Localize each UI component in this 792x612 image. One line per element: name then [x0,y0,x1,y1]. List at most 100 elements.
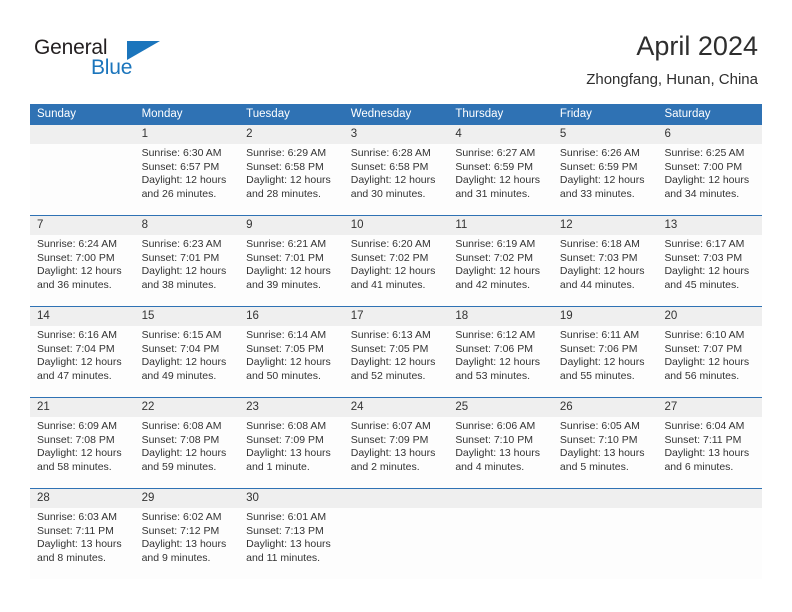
sunrise-text: Sunrise: 6:15 AM [141,329,222,341]
day-cell[interactable]: Sunrise: 6:25 AM Sunset: 7:00 PM Daylight:… [657,144,762,215]
day-cell[interactable]: Sunrise: 6:14 AM Sunset: 7:05 PM Daylight:… [239,326,344,397]
day-cell[interactable]: Sunrise: 6:15 AM Sunset: 7:04 PM Daylight:… [135,326,240,397]
day-number[interactable]: 21 [30,398,135,417]
sunrise-text: Sunrise: 6:08 AM [246,420,327,432]
day-cell-empty [30,144,135,215]
day-number[interactable]: 11 [448,216,553,235]
day-number[interactable]: 9 [239,216,344,235]
sunset-text: Sunset: 6:59 PM [559,160,638,173]
day-cell[interactable]: Sunrise: 6:04 AM Sunset: 7:11 PM Daylight:… [657,417,762,488]
sunrise-text: Sunrise: 6:18 AM [559,238,640,250]
sunset-text: Sunset: 7:06 PM [559,342,638,355]
day-number[interactable]: 13 [657,216,762,235]
day-number[interactable]: 19 [553,307,658,326]
day-cell[interactable]: Sunrise: 6:24 AM Sunset: 7:00 PM Daylight:… [30,235,135,306]
week-detail-band: Sunrise: 6:03 AM Sunset: 7:11 PM Daylight:… [30,508,762,579]
day-number[interactable]: 10 [344,216,449,235]
sunrise-text: Sunrise: 6:27 AM [455,147,536,159]
week-date-number-band: 123456 [30,125,762,144]
sunset-text: Sunset: 6:58 PM [246,160,324,173]
sunset-text: Sunset: 7:08 PM [141,433,220,446]
brand-logo[interactable]: General Blue [34,36,164,86]
day-cell[interactable]: Sunrise: 6:26 AM Sunset: 6:59 PM Daylight:… [553,144,658,215]
day-cell[interactable]: Sunrise: 6:05 AM Sunset: 7:10 PM Daylight:… [553,417,658,488]
day-cell[interactable]: Sunrise: 6:10 AM Sunset: 7:07 PM Daylight:… [657,326,762,397]
daylight-text: Daylight: 12 hours and 47 minutes. [37,356,122,382]
day-cell[interactable]: Sunrise: 6:09 AM Sunset: 7:08 PM Daylight:… [30,417,135,488]
day-number[interactable]: 28 [30,489,135,508]
day-cell[interactable]: Sunrise: 6:07 AM Sunset: 7:09 PM Daylight:… [344,417,449,488]
day-number[interactable]: 24 [344,398,449,417]
day-number[interactable]: 1 [135,125,240,144]
week-detail-band: Sunrise: 6:24 AM Sunset: 7:00 PM Daylight:… [30,235,762,306]
sunset-text: Sunset: 7:10 PM [559,433,638,446]
day-cell[interactable]: Sunrise: 6:16 AM Sunset: 7:04 PM Daylight:… [30,326,135,397]
day-number[interactable]: 4 [448,125,553,144]
day-number[interactable]: 26 [553,398,658,417]
daylight-text: Daylight: 12 hours and 53 minutes. [455,356,540,382]
day-number[interactable]: 3 [344,125,449,144]
day-cell[interactable]: Sunrise: 6:27 AM Sunset: 6:59 PM Daylight:… [448,144,553,215]
day-cell[interactable]: Sunrise: 6:20 AM Sunset: 7:02 PM Daylight:… [344,235,449,306]
sunset-text: Sunset: 7:08 PM [37,433,115,446]
day-number-empty [344,489,449,508]
day-number[interactable]: 12 [553,216,658,235]
sunset-text: Sunset: 7:09 PM [350,433,429,446]
day-cell[interactable]: Sunrise: 6:03 AM Sunset: 7:11 PM Daylight:… [30,508,135,579]
day-cell[interactable]: Sunrise: 6:12 AM Sunset: 7:06 PM Daylight:… [448,326,553,397]
title-block: April 2024 Zhongfang, Hunan, China [586,30,758,89]
sunrise-text: Sunrise: 6:24 AM [37,238,117,250]
day-cell[interactable]: Sunrise: 6:08 AM Sunset: 7:08 PM Daylight:… [135,417,240,488]
day-cell[interactable]: Sunrise: 6:01 AM Sunset: 7:13 PM Daylight:… [239,508,344,579]
sunrise-text: Sunrise: 6:25 AM [664,147,745,159]
daylight-text: Daylight: 12 hours and 26 minutes. [141,174,227,200]
daylight-text: Daylight: 12 hours and 49 minutes. [141,356,227,382]
sunrise-text: Sunrise: 6:23 AM [141,238,222,250]
calendar-weeks: 1 2 3 4 5 6 Sunrise: 6:30 AM Sunset: 6:57 PM Day… [30,125,762,579]
day-number[interactable]: 18 [448,307,553,326]
day-cell[interactable]: Sunrise: 6:11 AM Sunset: 7:06 PM Daylight:… [553,326,658,397]
daylight-text: Daylight: 13 hours and 5 minutes. [559,447,645,473]
day-cell[interactable]: Sunrise: 6:13 AM Sunset: 7:05 PM Daylight:… [344,326,449,397]
day-cell[interactable]: Sunrise: 6:30 AM Sunset: 6:57 PM Daylight:… [135,144,240,215]
day-number[interactable]: 30 [239,489,344,508]
day-cell[interactable]: Sunrise: 6:28 AM Sunset: 6:58 PM Daylight:… [344,144,449,215]
day-number[interactable]: 22 [135,398,240,417]
day-number[interactable]: 27 [657,398,762,417]
sunset-text: Sunset: 7:03 PM [559,251,638,264]
day-number[interactable]: 15 [135,307,240,326]
day-number[interactable]: 23 [239,398,344,417]
sunrise-text: Sunrise: 6:29 AM [246,147,327,159]
day-cell[interactable]: Sunrise: 6:23 AM Sunset: 7:01 PM Daylight:… [135,235,240,306]
day-number[interactable]: 20 [657,307,762,326]
day-cell[interactable]: Sunrise: 6:18 AM Sunset: 7:03 PM Daylight:… [553,235,658,306]
day-cell[interactable]: Sunrise: 6:17 AM Sunset: 7:03 PM Daylight:… [657,235,762,306]
day-number[interactable]: 5 [553,125,658,144]
day-cell[interactable]: Sunrise: 6:08 AM Sunset: 7:09 PM Daylight:… [239,417,344,488]
sunrise-text: Sunrise: 6:11 AM [559,329,640,341]
day-cell[interactable]: Sunrise: 6:21 AM Sunset: 7:01 PM Daylight:… [239,235,344,306]
daylight-text: Daylight: 12 hours and 42 minutes. [455,265,540,291]
day-cell[interactable]: Sunrise: 6:02 AM Sunset: 7:12 PM Daylight:… [135,508,240,579]
day-number[interactable]: 14 [30,307,135,326]
day-cell[interactable]: Sunrise: 6:29 AM Sunset: 6:58 PM Daylight:… [239,144,344,215]
daylight-text: Daylight: 12 hours and 44 minutes. [559,265,645,291]
sunset-text: Sunset: 7:11 PM [37,524,114,537]
day-number[interactable]: 29 [135,489,240,508]
daylight-text: Daylight: 12 hours and 33 minutes. [559,174,645,200]
sunrise-text: Sunrise: 6:06 AM [455,420,536,432]
sunset-text: Sunset: 7:03 PM [664,251,743,264]
sunset-text: Sunset: 7:04 PM [141,342,220,355]
day-number[interactable]: 25 [448,398,553,417]
day-cell[interactable]: Sunrise: 6:19 AM Sunset: 7:02 PM Daylight:… [448,235,553,306]
day-number[interactable]: 8 [135,216,240,235]
day-number[interactable]: 16 [239,307,344,326]
day-cell[interactable]: Sunrise: 6:06 AM Sunset: 7:10 PM Daylight:… [448,417,553,488]
day-number[interactable]: 17 [344,307,449,326]
day-number[interactable]: 6 [657,125,762,144]
week-detail-band: Sunrise: 6:09 AM Sunset: 7:08 PM Daylight:… [30,417,762,488]
day-number[interactable]: 2 [239,125,344,144]
calendar-page: General Blue April 2024 Zhongfang, Hunan… [0,0,792,612]
sunrise-text: Sunrise: 6:08 AM [141,420,222,432]
day-number[interactable]: 7 [30,216,135,235]
